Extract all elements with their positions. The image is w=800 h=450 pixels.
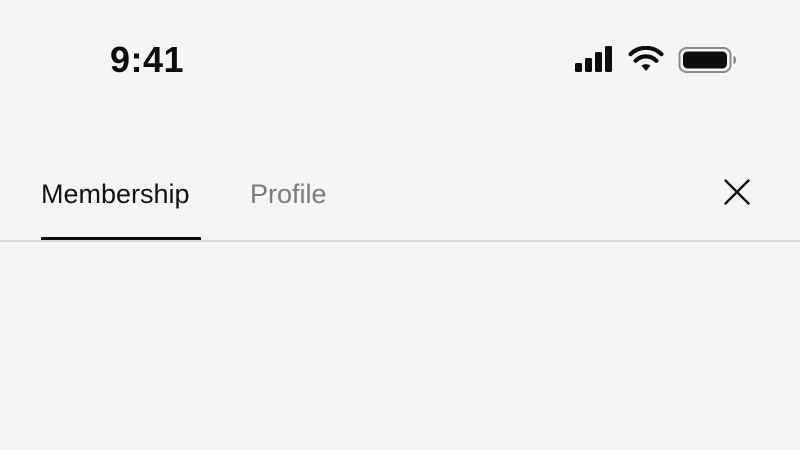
screen: 9:41 Membership Profile (0, 0, 800, 450)
tab-profile[interactable]: Profile (250, 174, 327, 214)
close-button[interactable] (718, 175, 756, 213)
wifi-icon (628, 45, 664, 79)
status-icons (574, 45, 744, 74)
battery-icon (678, 46, 738, 79)
tab-membership[interactable]: Membership (41, 174, 190, 214)
status-time: 9:41 (110, 39, 185, 80)
tab-content-area (0, 242, 800, 450)
close-icon (724, 178, 750, 210)
tab-bar: Membership Profile (0, 160, 800, 242)
status-bar: 9:41 (0, 0, 800, 120)
cellular-signal-icon (574, 46, 614, 79)
